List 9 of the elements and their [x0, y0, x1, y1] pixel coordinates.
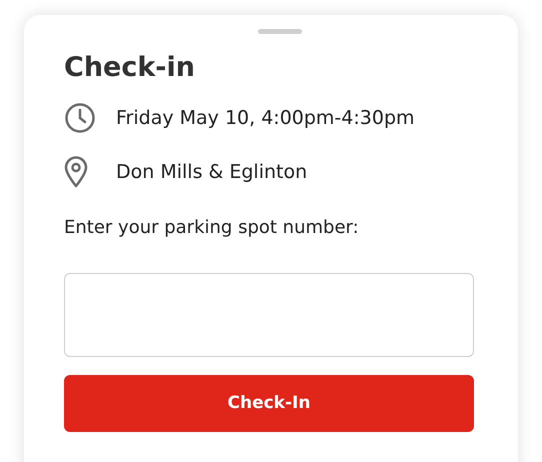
detail-text: Friday May 10, 4:00pm-4:30pm [116, 106, 415, 131]
parking-spot-field[interactable] [64, 273, 474, 357]
check-in-button[interactable]: Check-In [64, 375, 474, 432]
field-label: Enter your parking spot number: [64, 216, 360, 240]
sheet-title: Check-in [64, 51, 196, 85]
drag-handle[interactable] [258, 29, 302, 34]
detail-text: Don Mills & Eglinton [116, 160, 308, 185]
clock-icon [64, 102, 96, 134]
map-pin-icon [64, 156, 88, 188]
